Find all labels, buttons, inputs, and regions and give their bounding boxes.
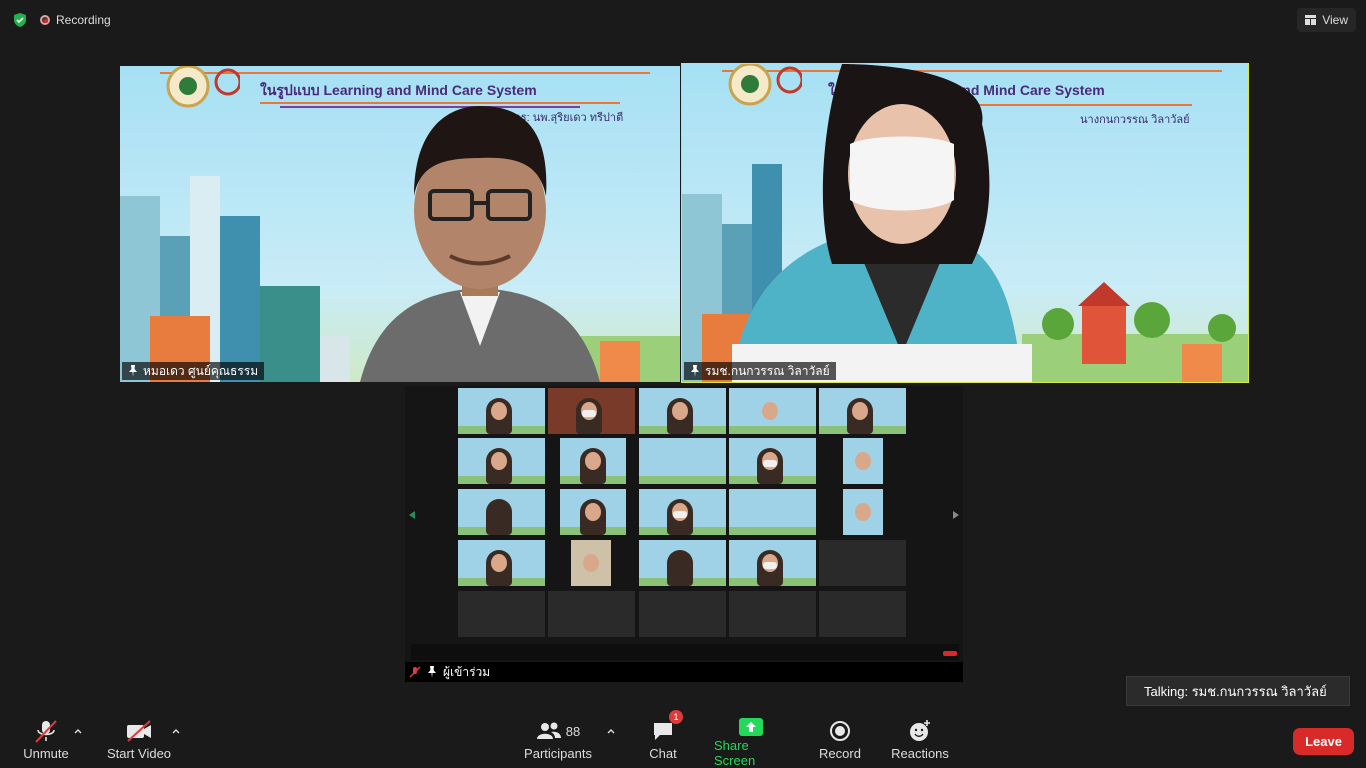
- view-label: View: [1322, 13, 1348, 27]
- gallery-thumbnail: [843, 489, 883, 535]
- logo-icon: [166, 66, 240, 108]
- chevron-up-icon[interactable]: [606, 726, 616, 736]
- gallery-thumbnail: [560, 489, 626, 535]
- chat-badge: 1: [669, 710, 683, 724]
- gallery-thumbnail: [729, 388, 816, 434]
- gallery-thumbnail: [571, 540, 611, 586]
- pin-icon: [129, 365, 137, 377]
- gallery-thumbnail: [639, 489, 726, 535]
- banner-subtitle: นางกนกวรรณ วิลาวัลย์: [1080, 114, 1190, 126]
- gallery-thumbnail: [819, 388, 906, 434]
- start-video-button[interactable]: Start Video: [106, 716, 172, 768]
- leave-button[interactable]: Leave: [1293, 728, 1354, 755]
- gallery-thumbnail: [729, 438, 816, 484]
- gallery-thumbnail: [548, 388, 635, 434]
- gallery-thumbnail: [729, 591, 816, 637]
- reactions-icon: [910, 720, 930, 741]
- gallery-thumbnail: [458, 438, 545, 484]
- video-tile-1[interactable]: ในรูปแบบ Learning and Mind Care System ว…: [120, 66, 680, 382]
- view-button[interactable]: View: [1297, 8, 1356, 32]
- chevron-up-icon[interactable]: [171, 726, 181, 736]
- participant-nametag: หมอเดว ศูนย์คุณธรรม: [122, 362, 265, 380]
- chat-label: Chat: [649, 746, 677, 761]
- gallery-thumbnail: [819, 591, 906, 637]
- share-screen-button[interactable]: Share Screen: [714, 716, 788, 768]
- pin-icon: [428, 666, 436, 678]
- unmute-label: Unmute: [23, 746, 69, 761]
- record-button[interactable]: Record: [818, 716, 862, 768]
- mic-muted-icon: [35, 720, 57, 743]
- participants-button[interactable]: 88 Participants: [524, 716, 592, 768]
- gallery-thumbnail: [639, 388, 726, 434]
- gallery-thumbnail: [458, 388, 545, 434]
- arrow-right-icon[interactable]: [951, 510, 961, 520]
- chat-icon: [654, 723, 672, 740]
- chat-button[interactable]: 1 Chat: [644, 710, 683, 768]
- record-icon: [830, 721, 850, 741]
- gallery-thumbnail: [639, 438, 726, 484]
- share-screen-icon: [739, 718, 763, 736]
- pin-icon: [691, 365, 699, 377]
- gallery-thumbnail: [458, 591, 545, 637]
- participant-name: หมอเดว ศูนย์คุณธรรม: [143, 363, 259, 378]
- participant-video: [360, 106, 600, 382]
- shared-toolbar: [411, 644, 959, 660]
- share-screen-label: Share Screen: [714, 738, 756, 768]
- shield-icon[interactable]: [12, 12, 28, 28]
- gallery-thumbnail: [639, 540, 726, 586]
- gallery-thumbnail: [458, 540, 545, 586]
- shared-screen-tile[interactable]: ผู้เข้าร่วม: [405, 386, 963, 682]
- participant-video: [732, 64, 1032, 382]
- participants-icon: [536, 722, 561, 739]
- video-muted-icon: [127, 720, 151, 742]
- shared-leave-button: [943, 651, 957, 656]
- participant-name: รมช.กนกวรรณ วิลาวัลย์: [705, 363, 830, 378]
- unmute-button[interactable]: Unmute: [22, 716, 70, 768]
- record-label: Record: [819, 746, 861, 761]
- arrow-left-icon[interactable]: [407, 510, 417, 520]
- reactions-button[interactable]: Reactions: [891, 716, 949, 768]
- participant-nametag: รมช.กนกวรรณ วิลาวัลย์: [684, 362, 836, 380]
- grid-icon: [1305, 15, 1317, 25]
- participant-name: ผู้เข้าร่วม: [443, 664, 491, 679]
- gallery-thumbnail: [639, 591, 726, 637]
- gallery-thumbnail: [548, 591, 635, 637]
- gallery-thumbnail: [729, 489, 816, 535]
- talking-label: Talking: รมช.กนกวรรณ วิลาวัลย์: [1144, 683, 1327, 699]
- mic-muted-icon: [409, 666, 421, 678]
- record-dot-icon: [40, 15, 50, 25]
- gallery-thumbnail: [560, 438, 626, 484]
- gallery-thumbnail: [843, 438, 883, 484]
- chevron-up-icon[interactable]: [73, 726, 83, 736]
- video-tile-2[interactable]: ในรูปแบบ Learning and Mind Care System น…: [681, 63, 1249, 383]
- shared-screen-nametag: ผู้เข้าร่วม: [405, 662, 963, 682]
- gallery-thumbnail: [458, 489, 545, 535]
- recording-label: Recording: [56, 13, 111, 27]
- gallery-thumbnail: [729, 540, 816, 586]
- reactions-label: Reactions: [891, 746, 949, 761]
- participants-label: Participants: [524, 746, 592, 761]
- recording-indicator[interactable]: Recording: [40, 10, 111, 30]
- gallery-thumbnail: [819, 540, 906, 586]
- talking-indicator: Talking: รมช.กนกวรรณ วิลาวัลย์: [1126, 676, 1350, 706]
- start-video-label: Start Video: [106, 746, 172, 761]
- participants-count: 88: [565, 723, 581, 739]
